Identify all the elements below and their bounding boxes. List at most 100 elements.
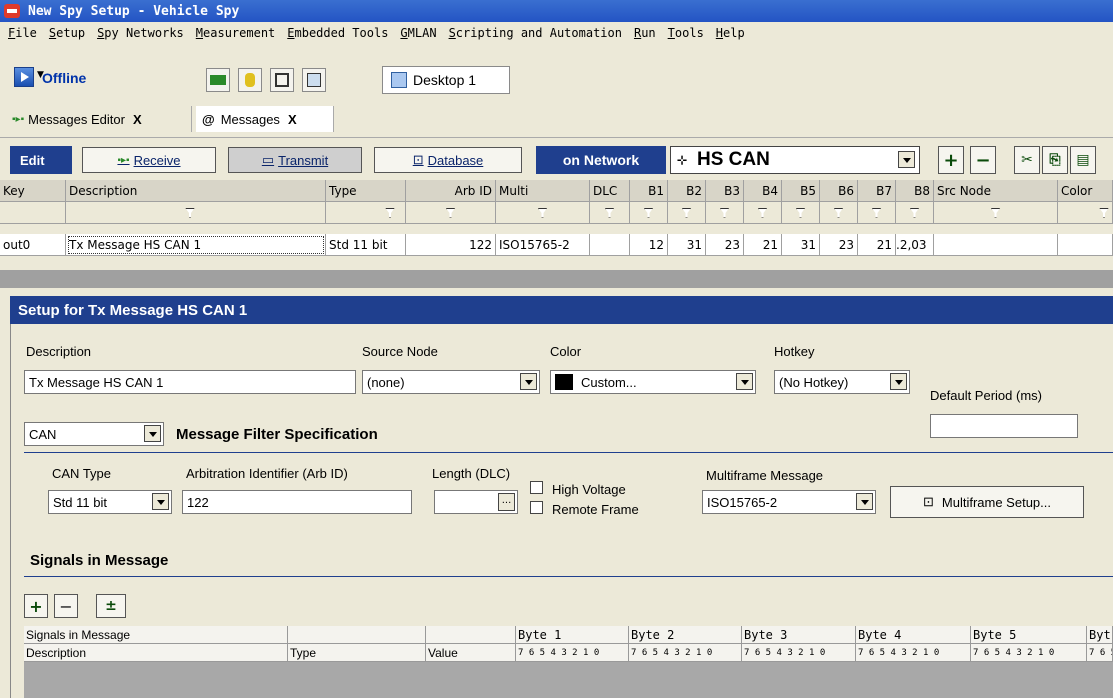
cell-dlc[interactable] <box>590 234 630 256</box>
remove-message-button[interactable]: − <box>970 146 996 174</box>
arb-id-input[interactable]: 122 <box>182 490 412 514</box>
close-icon[interactable]: X <box>133 112 142 127</box>
filter-b3[interactable] <box>706 202 744 224</box>
col-b5[interactable]: B5 <box>782 180 820 202</box>
multiframe-setup-button[interactable]: ⊡ Multiframe Setup... <box>890 486 1084 518</box>
filter-b5[interactable] <box>782 202 820 224</box>
filter-b1[interactable] <box>630 202 668 224</box>
filter-dlc[interactable] <box>590 202 630 224</box>
cell-type[interactable]: Std 11 bit <box>326 234 406 256</box>
close-icon[interactable]: X <box>288 112 297 127</box>
col-b2[interactable]: B2 <box>668 180 706 202</box>
col-b1[interactable]: B1 <box>630 180 668 202</box>
chevron-down-icon[interactable] <box>890 373 907 390</box>
source-node-select[interactable]: (none) <box>362 370 540 394</box>
cell-multi[interactable]: ISO15765-2 <box>496 234 590 256</box>
filter-b4[interactable] <box>744 202 782 224</box>
col-key[interactable]: Key <box>0 180 66 202</box>
chevron-down-icon[interactable] <box>856 493 873 510</box>
cell-description[interactable]: Tx Message HS CAN 1 <box>66 234 326 256</box>
tab-messages-editor[interactable]: ▪▸▪ Messages Editor X <box>6 106 192 132</box>
col-description[interactable]: Description <box>66 180 326 202</box>
cell-arb-id[interactable]: 122 <box>406 234 496 256</box>
color-select[interactable]: Custom... <box>550 370 756 394</box>
cut-icon[interactable]: ✂ <box>1014 146 1040 174</box>
multiframe-select[interactable]: ISO15765-2 <box>702 490 876 514</box>
menu-measurement[interactable]: Measurement <box>196 26 275 40</box>
col-b6[interactable]: B6 <box>820 180 858 202</box>
col-dlc[interactable]: DLC <box>590 180 630 202</box>
cell-b8[interactable]: .2,03 <box>896 234 934 256</box>
col-b7[interactable]: B7 <box>858 180 896 202</box>
filter-arb-id[interactable] <box>406 202 496 224</box>
menu-embedded-tools[interactable]: Embedded Tools <box>287 26 388 40</box>
filter-type[interactable] <box>326 202 406 224</box>
chevron-down-icon[interactable] <box>520 373 537 390</box>
filter-src-node[interactable] <box>934 202 1058 224</box>
filter-b7[interactable] <box>858 202 896 224</box>
col-signal-description[interactable]: Description <box>24 644 288 662</box>
copy-icon[interactable]: ⎘ <box>1042 146 1068 174</box>
col-b8[interactable]: B8 <box>896 180 934 202</box>
database-icon[interactable] <box>238 68 262 92</box>
cell-b2[interactable]: 31 <box>668 234 706 256</box>
paste-icon[interactable]: ▤ <box>1070 146 1096 174</box>
description-input[interactable]: Tx Message HS CAN 1 <box>24 370 356 394</box>
cell-color[interactable] <box>1058 234 1113 256</box>
col-b4[interactable]: B4 <box>744 180 782 202</box>
filter-multi[interactable] <box>496 202 590 224</box>
menu-setup[interactable]: Setup <box>49 26 85 40</box>
col-signal-type[interactable]: Type <box>288 644 426 662</box>
col-signal-value[interactable]: Value <box>426 644 516 662</box>
cell-b6[interactable]: 23 <box>820 234 858 256</box>
add-message-button[interactable]: + <box>938 146 964 174</box>
network-select[interactable]: ⊹ HS CAN <box>670 146 920 174</box>
filter-b2[interactable] <box>668 202 706 224</box>
cell-b5[interactable]: 31 <box>782 234 820 256</box>
splitter-bar[interactable] <box>0 270 1113 288</box>
col-arb-id[interactable]: Arb ID <box>406 180 496 202</box>
remove-signal-button[interactable]: − <box>54 594 78 618</box>
cell-key[interactable]: out0 <box>0 234 66 256</box>
menu-run[interactable]: Run <box>634 26 656 40</box>
col-src-node[interactable]: Src Node <box>934 180 1058 202</box>
chevron-down-icon[interactable] <box>144 425 161 442</box>
filter-b6[interactable] <box>820 202 858 224</box>
hardware-icon[interactable] <box>206 68 230 92</box>
database-button[interactable]: ⊡ Database <box>374 147 522 173</box>
menu-tools[interactable]: Tools <box>668 26 704 40</box>
cell-b4[interactable]: 21 <box>744 234 782 256</box>
receive-button[interactable]: ▪▸▪ Receive <box>82 147 216 173</box>
col-multi[interactable]: Multi <box>496 180 590 202</box>
filter-color[interactable] <box>1058 202 1113 224</box>
add-signal-button[interactable]: + <box>24 594 48 618</box>
transmit-button[interactable]: ▭ Transmit <box>228 147 362 173</box>
menu-spy-networks[interactable]: Spy Networks <box>97 26 184 40</box>
cell-b7[interactable]: 21 <box>858 234 896 256</box>
default-period-input[interactable] <box>930 414 1078 438</box>
high-voltage-checkbox[interactable] <box>530 481 543 494</box>
filter-b8[interactable] <box>896 202 934 224</box>
cell-b1[interactable]: 12 <box>630 234 668 256</box>
protocol-select[interactable]: CAN <box>24 422 164 446</box>
cell-b3[interactable]: 23 <box>706 234 744 256</box>
menu-scripting[interactable]: Scripting and Automation <box>449 26 622 40</box>
col-type[interactable]: Type <box>326 180 406 202</box>
network-dropdown-arrow[interactable] <box>898 151 915 168</box>
tab-desktop-1[interactable]: Desktop 1 <box>382 66 510 94</box>
filter-description[interactable] <box>66 202 326 224</box>
col-color[interactable]: Color <box>1058 180 1113 202</box>
add-signal-wizard-icon[interactable]: ± <box>96 594 126 618</box>
save-icon[interactable] <box>270 68 294 92</box>
menu-file[interactable]: File <box>8 26 37 40</box>
menu-help[interactable]: Help <box>716 26 745 40</box>
chevron-down-icon[interactable] <box>152 493 169 510</box>
cell-src-node[interactable] <box>934 234 1058 256</box>
chevron-down-icon[interactable] <box>736 373 753 390</box>
remote-frame-checkbox[interactable] <box>530 501 543 514</box>
menu-gmlan[interactable]: GMLAN <box>400 26 436 40</box>
tab-messages[interactable]: @ Messages X <box>196 106 334 132</box>
messages-view-icon[interactable] <box>302 68 326 92</box>
length-browse-button[interactable]: ... <box>498 493 515 511</box>
col-b3[interactable]: B3 <box>706 180 744 202</box>
